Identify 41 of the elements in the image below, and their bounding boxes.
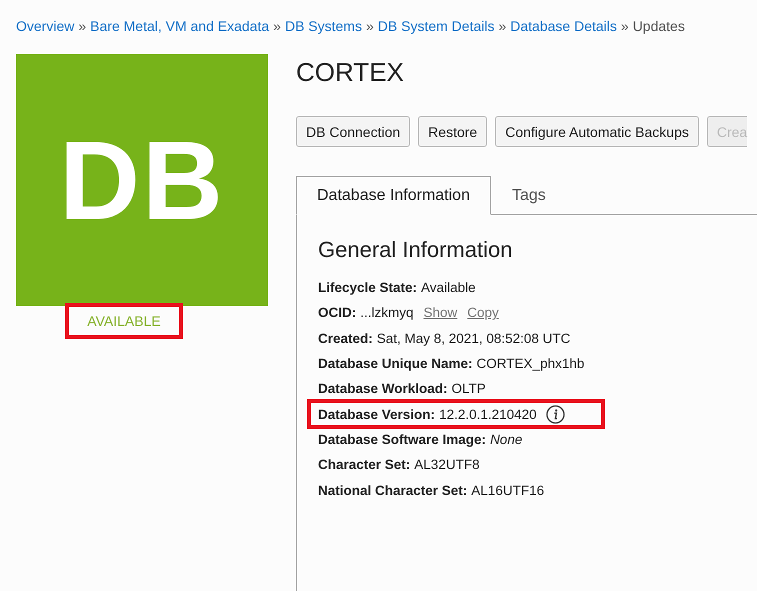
tile-text: DB [59, 116, 225, 244]
field-value: 12.2.0.1.210420 [439, 406, 537, 422]
action-button[interactable]: DB Connection [296, 116, 410, 147]
action-button[interactable]: Restore [418, 116, 488, 147]
field-value: Sat, May 8, 2021, 08:52:08 UTC [376, 330, 570, 346]
field-value: None [490, 432, 522, 447]
status-text: AVAILABLE [65, 303, 183, 339]
field-label: Database Software Image: [318, 432, 486, 447]
breadcrumb-separator: » [273, 18, 281, 34]
breadcrumb-current: Updates [632, 18, 685, 34]
field-value: OLTP [452, 381, 486, 396]
breadcrumb-separator: » [620, 18, 629, 34]
page-title: CORTEX [296, 57, 405, 88]
text-link[interactable]: Copy [467, 305, 499, 320]
field-value: Available [421, 280, 476, 296]
breadcrumb-link[interactable]: Overview [16, 18, 74, 34]
field-label: Created: [318, 330, 373, 346]
info-icon[interactable] [546, 404, 565, 424]
breadcrumb-link[interactable]: DB Systems [284, 18, 362, 34]
field-label: Database Unique Name: [318, 356, 473, 372]
section-title: General Information [318, 236, 514, 264]
field-label: Lifecycle State: [318, 280, 418, 296]
tab[interactable]: Database Information [296, 176, 491, 215]
field-value: AL32UTF8 [414, 457, 480, 472]
breadcrumb-link[interactable]: DB System Details [378, 18, 494, 34]
tab[interactable]: Tags [490, 176, 567, 215]
field-label: Database Workload: [318, 381, 448, 396]
field-label: Database Version: [318, 406, 436, 422]
action-button[interactable]: Configure Automatic Backups [495, 116, 699, 147]
breadcrumb-separator: » [498, 18, 506, 34]
field-value: AL16UTF16 [471, 482, 544, 498]
breadcrumb-link[interactable]: Database Details [510, 18, 617, 34]
breadcrumb-separator: » [366, 18, 374, 34]
breadcrumb-separator: » [78, 18, 86, 34]
text-link[interactable]: Show [424, 305, 458, 320]
field-label: National Character Set: [318, 482, 468, 498]
field-label: OCID: [318, 305, 356, 320]
breadcrumb-link[interactable]: Bare Metal, VM and Exadata [90, 18, 270, 34]
field-value: ...lzkmyq [360, 305, 414, 320]
field-label: Character Set: [318, 457, 410, 472]
field-value: CORTEX_phx1hb [476, 356, 584, 372]
